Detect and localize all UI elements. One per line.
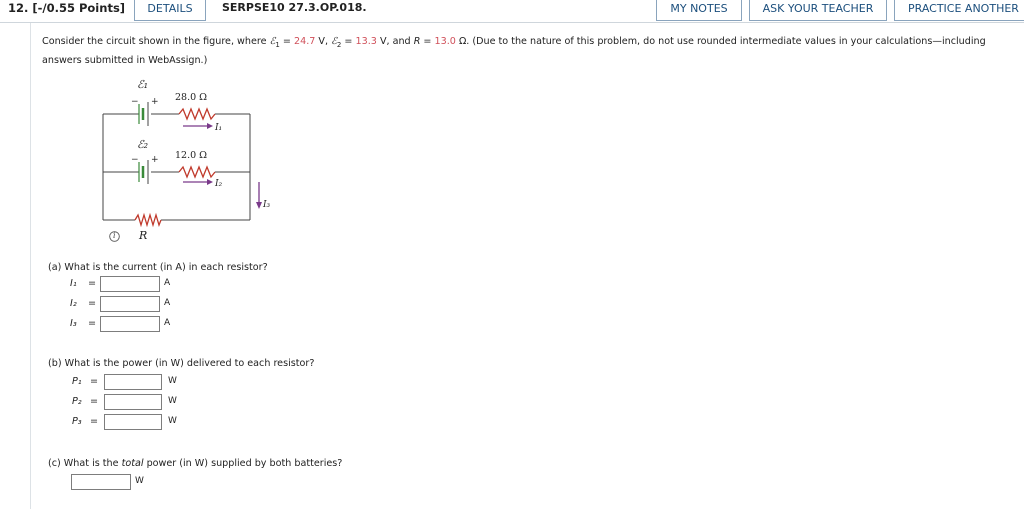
part-c-question: (c) What is the total power (in W) suppl… bbox=[48, 458, 342, 469]
p1-input[interactable] bbox=[104, 374, 162, 390]
equals: = bbox=[88, 278, 97, 289]
equals: = bbox=[279, 36, 294, 47]
minus-sign: − bbox=[131, 97, 139, 107]
current-arrow-i3 bbox=[256, 182, 262, 209]
i3-input[interactable] bbox=[100, 316, 160, 332]
ask-your-teacher-button[interactable]: ASK YOUR TEACHER bbox=[749, 0, 887, 21]
r-value: 13.0 bbox=[434, 36, 456, 47]
p2-input[interactable] bbox=[104, 394, 162, 410]
my-notes-button[interactable]: MY NOTES bbox=[656, 0, 742, 21]
equals: = bbox=[90, 416, 99, 427]
emf2-value: 13.3 bbox=[355, 36, 377, 47]
unit-label: A bbox=[164, 298, 171, 308]
plus-sign: + bbox=[151, 155, 159, 165]
unit-text: V, bbox=[315, 36, 332, 47]
question-code: SERPSE10 27.3.OP.018. bbox=[222, 1, 367, 14]
resistor-1-label: 28.0 Ω bbox=[175, 92, 207, 103]
circuit-figure: ℰ₁ + − ℰ₂ + − 28.0 Ω 12.0 Ω I₁ I₂ I₃ bbox=[102, 78, 271, 228]
practice-another-button[interactable]: PRACTICE ANOTHER bbox=[894, 0, 1024, 21]
prompt-text: Consider the circuit shown in the figure… bbox=[42, 36, 270, 47]
unit-label: W bbox=[168, 396, 177, 406]
equals: = bbox=[90, 396, 99, 407]
i2-input[interactable] bbox=[100, 296, 160, 312]
i1-input[interactable] bbox=[100, 276, 160, 292]
plus-sign: + bbox=[151, 97, 159, 107]
resistor-2-label: 12.0 Ω bbox=[175, 150, 207, 161]
unit-label: A bbox=[164, 278, 171, 288]
resistor-r bbox=[134, 212, 162, 228]
details-button[interactable]: DETAILS bbox=[134, 0, 206, 21]
question-text: (c) What is the bbox=[48, 458, 122, 469]
p3-input[interactable] bbox=[104, 414, 162, 430]
question-text: power (in W) supplied by both batteries? bbox=[143, 458, 343, 469]
minus-sign: − bbox=[131, 155, 139, 165]
emf1-label: ℰ₁ bbox=[137, 78, 148, 91]
unit-label: W bbox=[168, 416, 177, 426]
info-icon-glyph: i bbox=[113, 231, 116, 240]
total-power-input[interactable] bbox=[71, 474, 131, 490]
question-header-bar: 12. [-/0.55 Points] DETAILS SERPSE10 27.… bbox=[0, 0, 1024, 23]
unit-label: W bbox=[135, 476, 144, 486]
equals: = bbox=[88, 298, 97, 309]
problem-prompt: Consider the circuit shown in the figure… bbox=[42, 34, 1022, 68]
unit-text: V, and bbox=[376, 36, 414, 47]
question-number: 12. [-/0.55 Points] bbox=[8, 1, 126, 15]
equals: = bbox=[88, 318, 97, 329]
info-icon[interactable]: i bbox=[109, 231, 120, 242]
current-arrow-i2 bbox=[183, 179, 213, 185]
equals: = bbox=[420, 36, 435, 47]
emphasis-total: total bbox=[121, 458, 144, 469]
emf1-value: 24.7 bbox=[294, 36, 316, 47]
unit-label: W bbox=[168, 376, 177, 386]
equals: = bbox=[341, 36, 356, 47]
part-a-question: (a) What is the current (in A) in each r… bbox=[48, 262, 268, 273]
i3-label: I₃ bbox=[262, 200, 271, 210]
unit-label: A bbox=[164, 318, 171, 328]
resistor-12-ohm bbox=[178, 165, 216, 179]
equals: = bbox=[90, 376, 99, 387]
emf2-label: ℰ₂ bbox=[137, 138, 148, 151]
i2-label: I₂ bbox=[214, 179, 223, 189]
i1-label: I₁ bbox=[214, 123, 222, 133]
left-divider bbox=[30, 23, 31, 509]
current-arrow-i1 bbox=[183, 123, 213, 129]
battery-2 bbox=[138, 160, 149, 184]
part-b-question: (b) What is the power (in W) delivered t… bbox=[48, 358, 315, 369]
resistor-28-ohm bbox=[178, 107, 216, 121]
r-figure-label: R bbox=[139, 229, 148, 242]
battery-1 bbox=[138, 102, 149, 126]
